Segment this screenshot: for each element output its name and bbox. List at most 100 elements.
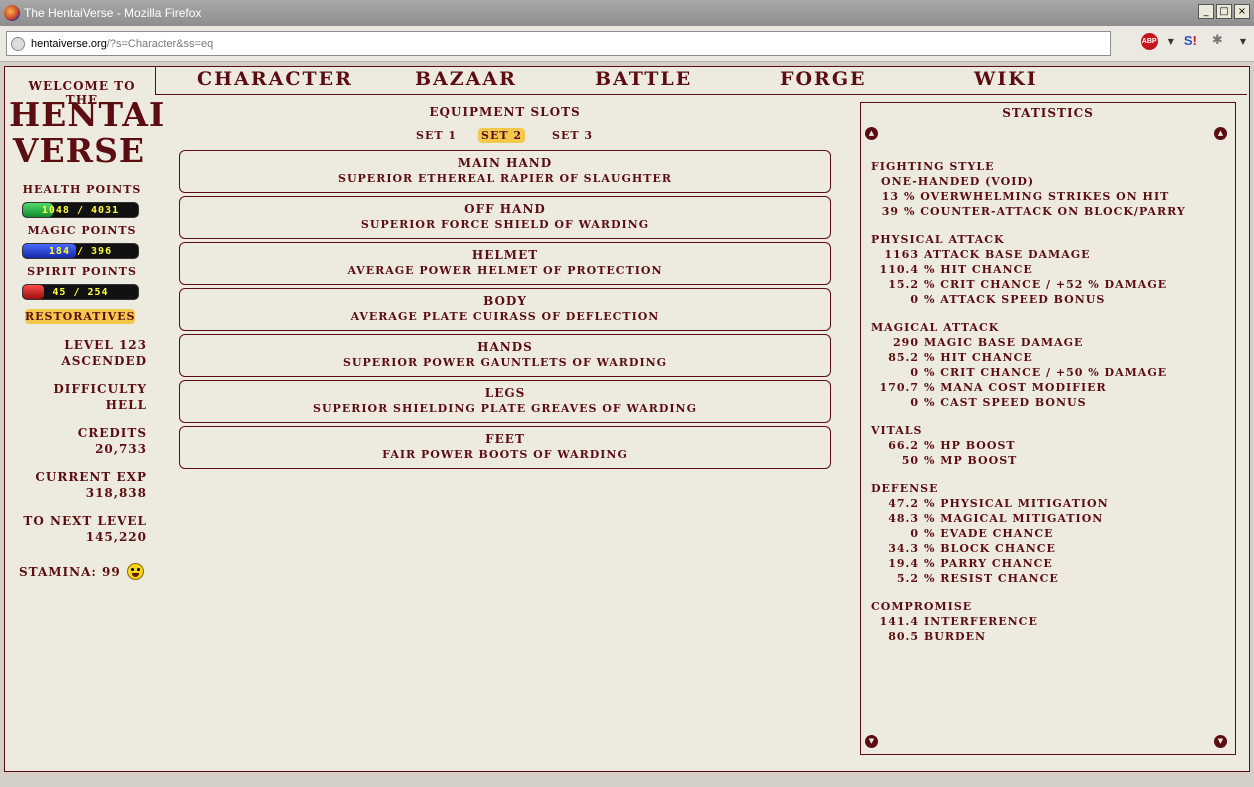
stat-number: 34.3 [888, 542, 919, 555]
main-nav: Character Bazaar Battle Forge Wiki [155, 67, 1247, 95]
scroll-up-icon[interactable]: ▲ [1214, 127, 1227, 140]
chevron-down-icon[interactable]: ▼ [1168, 37, 1174, 46]
slot-item: Average Plate Cuirass of Deflection [350, 310, 660, 323]
scroll-down-icon[interactable]: ▼ [865, 735, 878, 748]
slot-hands[interactable]: Hands Superior Power Gauntlets of Wardin… [179, 334, 831, 377]
stat-text: % Evade Chance [924, 527, 1054, 540]
stat-section-heading: Compromise [871, 600, 973, 613]
slot-item: Superior Power Gauntlets of Warding [342, 356, 668, 369]
difficulty-value: Hell [105, 398, 147, 412]
stat-number: 141.4 [879, 615, 919, 628]
slot-feet[interactable]: Feet Fair Power Boots of Warding [179, 426, 831, 469]
adblock-icon[interactable]: ABP [1140, 33, 1158, 50]
spirit-value: 45 / 254 [52, 287, 109, 298]
stat-line: 5.2 % Resist Chance [871, 571, 1231, 586]
level-info: Level 123 Ascended [7, 337, 147, 369]
difficulty-label: Difficulty [53, 382, 147, 396]
maximize-button[interactable]: □ [1216, 4, 1232, 19]
close-button[interactable]: × [1234, 4, 1250, 19]
stat-number: 50 [901, 454, 919, 467]
nav-battle[interactable]: Battle [595, 68, 692, 90]
tools-icon[interactable]: ✱ [1212, 33, 1230, 50]
credits-label: Credits [77, 426, 147, 440]
slot-main-hand[interactable]: Main Hand Superior Ethereal Rapier of Sl… [179, 150, 831, 193]
stat-number: 0 [910, 293, 919, 306]
stat-text: % Crit Chance / +50 % Damage [924, 366, 1168, 379]
set-1-tab[interactable]: Set 1 [413, 128, 460, 143]
extension-icons: ABP ▼ S! ✱ ▼ [1140, 33, 1246, 50]
slot-name: Body [483, 294, 527, 308]
magic-bar: 184 / 396 [22, 243, 139, 259]
slot-name: Main Hand [457, 156, 553, 170]
stat-number: 0 [910, 527, 919, 540]
set-3-tab[interactable]: Set 3 [549, 128, 596, 143]
slot-legs[interactable]: Legs Superior Shielding Plate Greaves of… [179, 380, 831, 423]
stat-text: % Overwhelming Strikes on Hit [904, 190, 1170, 203]
stat-line: 0 % Evade Chance [871, 526, 1231, 541]
credits-value: 20,733 [95, 442, 147, 456]
scroll-down-icon[interactable]: ▼ [1214, 735, 1227, 748]
stumble-icon[interactable]: S! [1184, 33, 1202, 50]
minimize-button[interactable]: _ [1198, 4, 1214, 19]
stat-text: Magic Base Damage [924, 336, 1084, 349]
health-label: Health Points [22, 183, 142, 196]
stat-section-heading: Magical Attack [871, 321, 1000, 334]
stat-line: 13 % Overwhelming Strikes on Hit [871, 189, 1231, 204]
slot-off-hand[interactable]: Off Hand Superior Force Shield of Wardin… [179, 196, 831, 239]
slot-body[interactable]: Body Average Plate Cuirass of Deflection [179, 288, 831, 331]
stat-line: 290 Magic Base Damage [871, 335, 1231, 350]
magic-label: Magic Points [27, 224, 137, 237]
stat-number: 66.2 [888, 439, 919, 452]
scroll-up-icon[interactable]: ▲ [865, 127, 878, 140]
next-level-info: To Next Level 145,220 [7, 513, 147, 545]
slot-item: Superior Shielding Plate Greaves of Ward… [313, 402, 697, 415]
nav-forge[interactable]: Forge [780, 68, 867, 90]
magic-value: 184 / 396 [48, 246, 113, 257]
left-panel: Welcome to the Hentai Verse Health Point… [5, 67, 164, 771]
restoratives-button[interactable]: Restoratives [25, 309, 135, 324]
stat-line: 0 % Cast Speed Bonus [871, 395, 1231, 410]
stat-line: 34.3 % Block Chance [871, 541, 1231, 556]
stat-text: % Parry Chance [924, 557, 1053, 570]
url-domain: hentaiverse.org [31, 37, 107, 50]
stat-line: 66.2 % HP Boost [871, 438, 1231, 453]
slot-item: Superior Ethereal Rapier of Slaughter [338, 172, 672, 185]
stat-text: % Attack Speed Bonus [924, 293, 1106, 306]
url-bar[interactable]: hentaiverse.org/?s=Character&ss=eq [6, 31, 1111, 56]
nav-character[interactable]: Character [197, 68, 353, 90]
set-2-tab[interactable]: Set 2 [478, 128, 525, 143]
slot-helmet[interactable]: Helmet Average Power Helmet of Protectio… [179, 242, 831, 285]
health-value: 1048 / 4031 [41, 205, 120, 216]
stat-number: 15.2 [888, 278, 919, 291]
chevron-down-icon[interactable]: ▼ [1240, 37, 1246, 46]
stat-number: 47.2 [888, 497, 919, 510]
slot-item: Average Power Helmet of Protection [347, 264, 663, 277]
stamina-value: Stamina: 99 [19, 564, 121, 579]
globe-icon [11, 36, 25, 51]
stat-line: 170.7 % Mana Cost Modifier [871, 380, 1231, 395]
stat-number: 290 [893, 336, 919, 349]
exp-info: Current Exp 318,838 [7, 469, 147, 501]
nav-bazaar[interactable]: Bazaar [415, 68, 517, 90]
stat-number: 85.2 [888, 351, 919, 364]
stat-text: % Mana Cost Modifier [924, 381, 1107, 394]
stat-text: Attack Base Damage [924, 248, 1091, 261]
statistics-title: Statistics [1002, 106, 1094, 120]
statistics-content: Fighting Style One-Handed (Void) 13 % Overw… [871, 159, 1231, 644]
slot-name: Off Hand [464, 202, 546, 216]
stat-line: 85.2 % Hit Chance [871, 350, 1231, 365]
nav-wiki[interactable]: Wiki [974, 68, 1038, 90]
credits-info: Credits 20,733 [7, 425, 147, 457]
rank-value: Ascended [61, 354, 147, 368]
stat-text: % MP Boost [924, 454, 1018, 467]
stat-section-heading: Fighting Style [871, 160, 995, 173]
slot-name: Hands [477, 340, 533, 354]
health-bar: 1048 / 4031 [22, 202, 139, 218]
next-level-value: 145,220 [85, 530, 147, 544]
stat-number: 110.4 [879, 263, 919, 276]
stat-line: 48.3 % Magical Mitigation [871, 511, 1231, 526]
stat-number: 0 [910, 366, 919, 379]
stat-number: 170.7 [879, 381, 919, 394]
stat-text: % Crit Chance / +52 % Damage [924, 278, 1168, 291]
logo: Hentai Verse [9, 97, 164, 169]
